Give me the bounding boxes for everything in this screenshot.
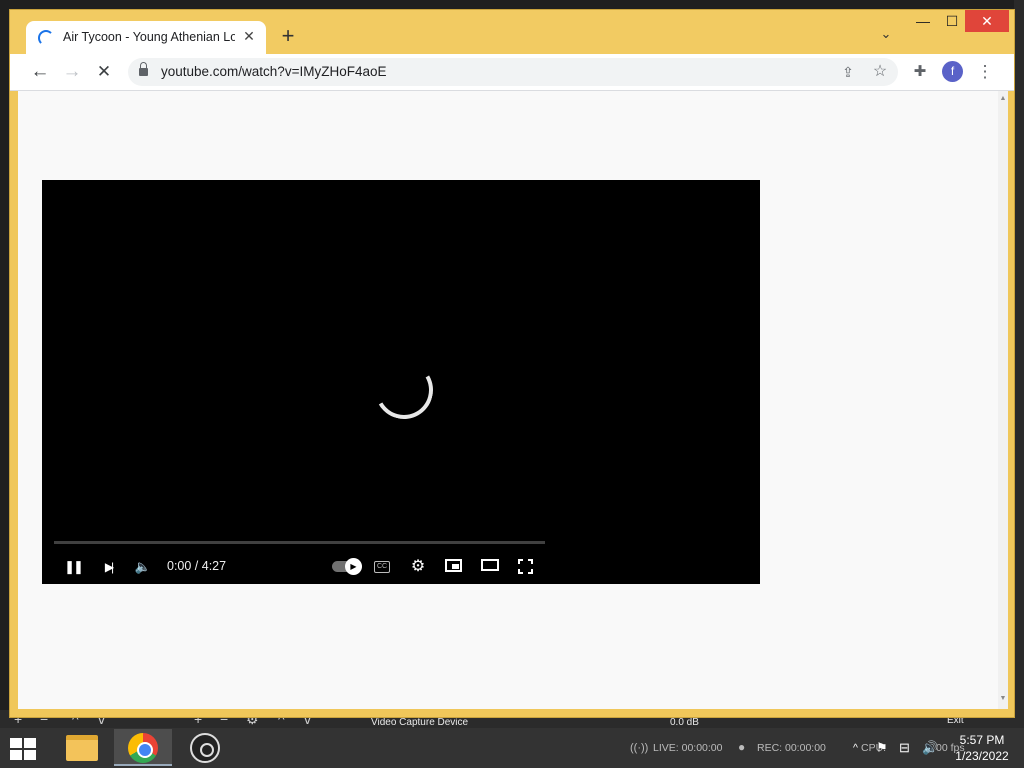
maximize-button[interactable]: ☐	[936, 10, 968, 32]
browser-window: Air Tycoon - Young Athenian Lov ✕ + ⌄ — …	[9, 9, 1015, 718]
page-content: ❚❚ ▶| 🔈 0:00 / 4:27 ▶ CC ⚙ ▲ ▼	[18, 91, 1008, 709]
settings-gear-icon[interactable]: ⚙	[406, 555, 430, 579]
system-clock[interactable]: 5:57 PM 1/23/2022	[948, 732, 1016, 764]
pause-button[interactable]: ❚❚	[61, 555, 85, 579]
taskbar-chrome[interactable]	[114, 729, 172, 766]
lock-icon[interactable]	[139, 62, 148, 77]
chrome-icon	[128, 733, 158, 763]
tab-active[interactable]: Air Tycoon - Young Athenian Lov ✕	[26, 21, 266, 54]
title-bar: Air Tycoon - Young Athenian Lov ✕ + ⌄ — …	[10, 10, 1014, 54]
page-scrollbar[interactable]: ▲ ▼	[998, 91, 1008, 709]
scroll-down-arrow-icon[interactable]: ▼	[998, 695, 1008, 702]
audio-source-label: Video Capture Device	[371, 717, 469, 728]
next-button[interactable]: ▶|	[96, 555, 120, 579]
url-text[interactable]: youtube.com/watch?v=IMyZHoF4aoE	[161, 64, 386, 79]
close-window-button[interactable]: ✕	[965, 10, 1009, 32]
address-bar[interactable]: youtube.com/watch?v=IMyZHoF4aoE ⇪ ☆	[128, 58, 898, 86]
taskbar: ((·)) LIVE: 00:00:00 ● REC: 00:00:00 ^ C…	[0, 728, 1024, 768]
profile-avatar[interactable]: f	[942, 61, 963, 82]
taskbar-file-explorer[interactable]	[52, 729, 110, 766]
scroll-up-arrow-icon[interactable]: ▲	[998, 95, 1008, 102]
tray-overflow-chevron-icon[interactable]: ^	[853, 742, 858, 754]
progress-bar[interactable]	[54, 541, 545, 544]
clock-time: 5:57 PM	[959, 733, 1005, 747]
bookmark-star-icon[interactable]: ☆	[870, 62, 890, 82]
stop-loading-button[interactable]: ✕	[92, 60, 116, 84]
minimize-button[interactable]: —	[907, 10, 939, 32]
audio-level-label: 0.0 dB	[670, 717, 699, 728]
clock-date: 1/23/2022	[955, 749, 1009, 763]
start-button[interactable]	[0, 729, 48, 766]
tab-search-chevron-icon[interactable]: ⌄	[876, 26, 896, 46]
extensions-puzzle-icon[interactable]: ✚	[910, 62, 930, 82]
new-tab-button[interactable]: +	[277, 25, 299, 48]
obs-icon	[190, 733, 220, 763]
folder-icon	[66, 735, 98, 761]
obs-rec-status: REC: 00:00:00	[757, 742, 826, 754]
taskbar-obs[interactable]	[176, 729, 234, 766]
fullscreen-icon[interactable]	[518, 559, 533, 574]
windows-logo-icon	[10, 738, 38, 760]
share-icon[interactable]: ⇪	[838, 62, 858, 82]
volume-icon[interactable]: 🔈	[131, 555, 155, 579]
forward-button[interactable]: →	[60, 60, 84, 84]
desktop-background	[1014, 0, 1024, 710]
video-loading-spinner	[368, 354, 440, 426]
record-dot-icon: ●	[738, 740, 746, 754]
tab-title: Air Tycoon - Young Athenian Lov	[63, 30, 235, 44]
captions-icon[interactable]: CC	[374, 561, 390, 573]
back-button[interactable]: ←	[28, 60, 52, 84]
browser-toolbar: ← → ✕ youtube.com/watch?v=IMyZHoF4aoE ⇪ …	[10, 54, 1014, 90]
miniplayer-icon[interactable]	[445, 559, 462, 572]
video-player[interactable]: ❚❚ ▶| 🔈 0:00 / 4:27 ▶ CC ⚙	[42, 180, 760, 584]
tab-close-icon[interactable]: ✕	[240, 27, 258, 45]
flag-notification-icon[interactable]: ⚑	[876, 740, 888, 756]
live-broadcast-icon: ((·))	[630, 742, 649, 754]
time-display: 0:00 / 4:27	[167, 559, 227, 573]
theater-mode-icon[interactable]	[481, 559, 499, 571]
network-icon[interactable]: ⊟	[899, 740, 910, 756]
menu-kebab-icon[interactable]: ⋮	[975, 62, 995, 82]
loading-spinner-icon	[38, 30, 54, 46]
autoplay-play-icon: ▶	[345, 558, 362, 575]
obs-live-status: LIVE: 00:00:00	[653, 742, 723, 754]
autoplay-toggle[interactable]: ▶	[332, 558, 364, 575]
